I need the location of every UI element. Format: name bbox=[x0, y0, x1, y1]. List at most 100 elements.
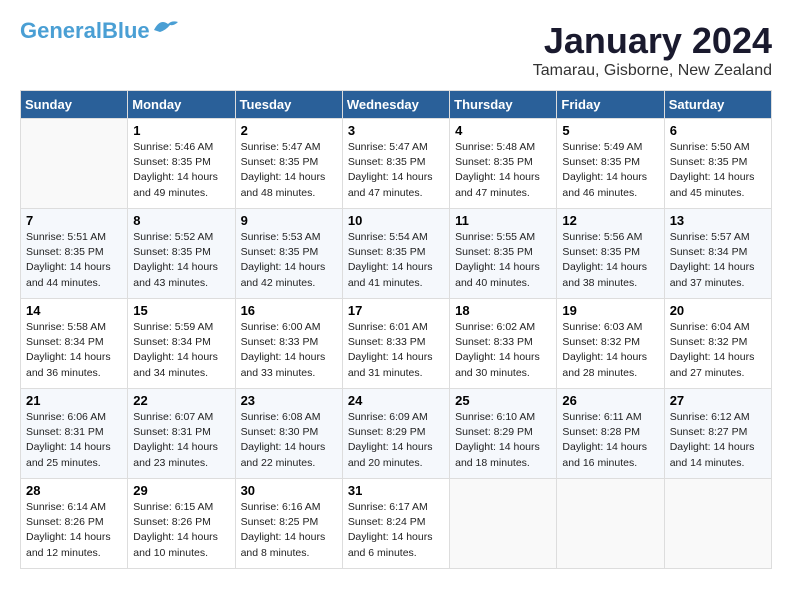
day-number: 4 bbox=[455, 123, 551, 138]
month-year-title: January 2024 bbox=[533, 20, 772, 62]
calendar-day-cell: 7 Sunrise: 5:51 AMSunset: 8:35 PMDaylight… bbox=[21, 209, 128, 299]
day-info: Sunrise: 5:54 AMSunset: 8:35 PMDaylight:… bbox=[348, 230, 444, 291]
day-number: 7 bbox=[26, 213, 122, 228]
day-info: Sunrise: 5:55 AMSunset: 8:35 PMDaylight:… bbox=[455, 230, 551, 291]
day-number: 9 bbox=[241, 213, 337, 228]
day-info: Sunrise: 5:51 AMSunset: 8:35 PMDaylight:… bbox=[26, 230, 122, 291]
day-info: Sunrise: 6:09 AMSunset: 8:29 PMDaylight:… bbox=[348, 410, 444, 471]
day-info: Sunrise: 6:03 AMSunset: 8:32 PMDaylight:… bbox=[562, 320, 658, 381]
day-info: Sunrise: 5:59 AMSunset: 8:34 PMDaylight:… bbox=[133, 320, 229, 381]
calendar-day-cell: 8 Sunrise: 5:52 AMSunset: 8:35 PMDaylight… bbox=[128, 209, 235, 299]
calendar-day-cell: 21Sunrise: 6:06 AMSunset: 8:31 PMDayligh… bbox=[21, 389, 128, 479]
day-number: 31 bbox=[348, 483, 444, 498]
day-number: 11 bbox=[455, 213, 551, 228]
calendar-day-cell: 18Sunrise: 6:02 AMSunset: 8:33 PMDayligh… bbox=[450, 299, 557, 389]
day-number: 20 bbox=[670, 303, 766, 318]
calendar-day-cell: 11 Sunrise: 5:55 AMSunset: 8:35 PMDayligh… bbox=[450, 209, 557, 299]
calendar-day-cell: 3Sunrise: 5:47 AMSunset: 8:35 PMDaylight… bbox=[342, 119, 449, 209]
day-info: Sunrise: 5:46 AMSunset: 8:35 PMDaylight:… bbox=[133, 140, 229, 201]
day-of-week-header: Saturday bbox=[664, 91, 771, 119]
calendar-day-cell bbox=[664, 479, 771, 569]
calendar-week-row: 28Sunrise: 6:14 AMSunset: 8:26 PMDayligh… bbox=[21, 479, 772, 569]
calendar-day-cell: 20 Sunrise: 6:04 AMSunset: 8:32 PMDayligh… bbox=[664, 299, 771, 389]
calendar-day-cell: 13 Sunrise: 5:57 AMSunset: 8:34 PMDayligh… bbox=[664, 209, 771, 299]
calendar-day-cell: 28Sunrise: 6:14 AMSunset: 8:26 PMDayligh… bbox=[21, 479, 128, 569]
day-info: Sunrise: 6:12 AMSunset: 8:27 PMDaylight:… bbox=[670, 410, 766, 471]
day-info: Sunrise: 5:52 AMSunset: 8:35 PMDaylight:… bbox=[133, 230, 229, 291]
calendar-day-cell: 31 Sunrise: 6:17 AMSunset: 8:24 PMDayligh… bbox=[342, 479, 449, 569]
calendar-day-cell: 1 Sunrise: 5:46 AMSunset: 8:35 PMDaylight… bbox=[128, 119, 235, 209]
day-info: Sunrise: 6:15 AMSunset: 8:26 PMDaylight:… bbox=[133, 500, 229, 561]
day-number: 30 bbox=[241, 483, 337, 498]
calendar-day-cell: 15 Sunrise: 5:59 AMSunset: 8:34 PMDayligh… bbox=[128, 299, 235, 389]
day-of-week-header: Thursday bbox=[450, 91, 557, 119]
page-header: GeneralBlue January 2024 Tamarau, Gisbor… bbox=[20, 20, 772, 80]
logo-bird-icon bbox=[152, 16, 180, 36]
day-number: 21 bbox=[26, 393, 122, 408]
day-of-week-header: Sunday bbox=[21, 91, 128, 119]
logo-text: GeneralBlue bbox=[20, 20, 150, 42]
calendar-day-cell: 17Sunrise: 6:01 AMSunset: 8:33 PMDayligh… bbox=[342, 299, 449, 389]
logo: GeneralBlue bbox=[20, 20, 180, 42]
calendar-week-row: 14 Sunrise: 5:58 AMSunset: 8:34 PMDayligh… bbox=[21, 299, 772, 389]
day-number: 10 bbox=[348, 213, 444, 228]
calendar-header: SundayMondayTuesdayWednesdayThursdayFrid… bbox=[21, 91, 772, 119]
calendar-day-cell: 4Sunrise: 5:48 AMSunset: 8:35 PMDaylight… bbox=[450, 119, 557, 209]
day-number: 15 bbox=[133, 303, 229, 318]
calendar-day-cell: 27 Sunrise: 6:12 AMSunset: 8:27 PMDayligh… bbox=[664, 389, 771, 479]
day-number: 24 bbox=[348, 393, 444, 408]
day-number: 27 bbox=[670, 393, 766, 408]
location-subtitle: Tamarau, Gisborne, New Zealand bbox=[533, 62, 772, 80]
day-info: Sunrise: 6:04 AMSunset: 8:32 PMDaylight:… bbox=[670, 320, 766, 381]
calendar-day-cell: 2Sunrise: 5:47 AMSunset: 8:35 PMDaylight… bbox=[235, 119, 342, 209]
calendar-day-cell: 29 Sunrise: 6:15 AMSunset: 8:26 PMDayligh… bbox=[128, 479, 235, 569]
calendar-week-row: 7 Sunrise: 5:51 AMSunset: 8:35 PMDaylight… bbox=[21, 209, 772, 299]
calendar-day-cell: 24 Sunrise: 6:09 AMSunset: 8:29 PMDayligh… bbox=[342, 389, 449, 479]
day-info: Sunrise: 6:16 AMSunset: 8:25 PMDaylight:… bbox=[241, 500, 337, 561]
day-info: Sunrise: 6:07 AMSunset: 8:31 PMDaylight:… bbox=[133, 410, 229, 471]
calendar-day-cell: 30 Sunrise: 6:16 AMSunset: 8:25 PMDayligh… bbox=[235, 479, 342, 569]
day-of-week-header: Monday bbox=[128, 91, 235, 119]
day-number: 6 bbox=[670, 123, 766, 138]
day-info: Sunrise: 5:57 AMSunset: 8:34 PMDaylight:… bbox=[670, 230, 766, 291]
day-number: 13 bbox=[670, 213, 766, 228]
days-of-week-row: SundayMondayTuesdayWednesdayThursdayFrid… bbox=[21, 91, 772, 119]
calendar-table: SundayMondayTuesdayWednesdayThursdayFrid… bbox=[20, 90, 772, 569]
calendar-day-cell: 25Sunrise: 6:10 AMSunset: 8:29 PMDayligh… bbox=[450, 389, 557, 479]
day-info: Sunrise: 5:58 AMSunset: 8:34 PMDaylight:… bbox=[26, 320, 122, 381]
day-number: 3 bbox=[348, 123, 444, 138]
calendar-day-cell: 12 Sunrise: 5:56 AMSunset: 8:35 PMDayligh… bbox=[557, 209, 664, 299]
day-number: 18 bbox=[455, 303, 551, 318]
day-of-week-header: Friday bbox=[557, 91, 664, 119]
calendar-day-cell: 5 Sunrise: 5:49 AMSunset: 8:35 PMDaylight… bbox=[557, 119, 664, 209]
calendar-day-cell: 16Sunrise: 6:00 AMSunset: 8:33 PMDayligh… bbox=[235, 299, 342, 389]
day-number: 5 bbox=[562, 123, 658, 138]
day-info: Sunrise: 6:14 AMSunset: 8:26 PMDaylight:… bbox=[26, 500, 122, 561]
calendar-day-cell: 22 Sunrise: 6:07 AMSunset: 8:31 PMDayligh… bbox=[128, 389, 235, 479]
day-info: Sunrise: 5:49 AMSunset: 8:35 PMDaylight:… bbox=[562, 140, 658, 201]
calendar-day-cell bbox=[557, 479, 664, 569]
day-number: 26 bbox=[562, 393, 658, 408]
day-number: 17 bbox=[348, 303, 444, 318]
calendar-day-cell: 9 Sunrise: 5:53 AMSunset: 8:35 PMDaylight… bbox=[235, 209, 342, 299]
calendar-week-row: 21Sunrise: 6:06 AMSunset: 8:31 PMDayligh… bbox=[21, 389, 772, 479]
calendar-week-row: 1 Sunrise: 5:46 AMSunset: 8:35 PMDaylight… bbox=[21, 119, 772, 209]
day-number: 25 bbox=[455, 393, 551, 408]
day-number: 12 bbox=[562, 213, 658, 228]
day-of-week-header: Tuesday bbox=[235, 91, 342, 119]
day-info: Sunrise: 5:53 AMSunset: 8:35 PMDaylight:… bbox=[241, 230, 337, 291]
calendar-day-cell bbox=[21, 119, 128, 209]
day-number: 8 bbox=[133, 213, 229, 228]
calendar-day-cell: 26Sunrise: 6:11 AMSunset: 8:28 PMDayligh… bbox=[557, 389, 664, 479]
day-info: Sunrise: 5:56 AMSunset: 8:35 PMDaylight:… bbox=[562, 230, 658, 291]
title-section: January 2024 Tamarau, Gisborne, New Zeal… bbox=[533, 20, 772, 80]
day-number: 29 bbox=[133, 483, 229, 498]
day-of-week-header: Wednesday bbox=[342, 91, 449, 119]
day-number: 1 bbox=[133, 123, 229, 138]
day-info: Sunrise: 6:17 AMSunset: 8:24 PMDaylight:… bbox=[348, 500, 444, 561]
calendar-body: 1 Sunrise: 5:46 AMSunset: 8:35 PMDaylight… bbox=[21, 119, 772, 569]
day-number: 22 bbox=[133, 393, 229, 408]
day-number: 16 bbox=[241, 303, 337, 318]
day-number: 14 bbox=[26, 303, 122, 318]
calendar-day-cell: 14 Sunrise: 5:58 AMSunset: 8:34 PMDayligh… bbox=[21, 299, 128, 389]
